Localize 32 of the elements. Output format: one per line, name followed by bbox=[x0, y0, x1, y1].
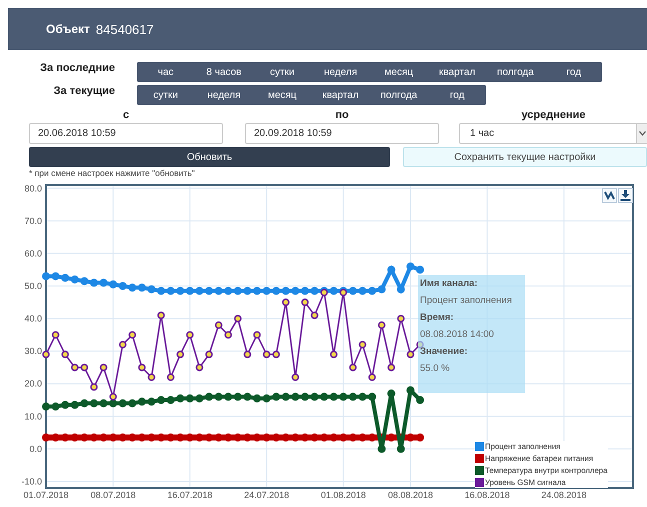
object-number: 84540617 bbox=[96, 22, 154, 36]
tooltip-label: Время: bbox=[420, 312, 455, 323]
field-label: усреднение bbox=[520, 108, 587, 123]
x-tick-label: 01.07.2018 bbox=[23, 490, 69, 500]
x-tick-label: 16.08.2018 bbox=[464, 490, 510, 500]
object-label: Объект bbox=[46, 22, 90, 36]
y-tick-label: 20.0 bbox=[24, 378, 42, 389]
period-label: За текущие bbox=[52, 85, 116, 97]
y-tick-label: 10.0 bbox=[24, 411, 42, 422]
tooltip-value: Процент заполнения bbox=[420, 295, 513, 306]
y-tick-label: 60.0 bbox=[24, 248, 42, 258]
y-tick-label: -10.0 bbox=[21, 476, 42, 486]
x-tick-label: 08.07.2018 bbox=[90, 490, 136, 500]
tooltip-value: 08.08.2018 14:00 bbox=[420, 329, 495, 340]
y-tick-label: 50.0 bbox=[24, 281, 42, 291]
tooltip-label: Имя канала: bbox=[420, 278, 479, 289]
y-tick-label: 0.0 bbox=[29, 444, 42, 454]
y-tick-label: 30.0 bbox=[24, 346, 42, 356]
x-tick-label: 08.08.2018 bbox=[388, 490, 433, 500]
y-tick-label: 40.0 bbox=[24, 314, 42, 324]
x-tick-label: 16.07.2018 bbox=[167, 490, 212, 500]
y-tick-label: 70.0 bbox=[24, 216, 42, 226]
hint-text: * при смене настроек нажмите "обновить" bbox=[29, 168, 196, 180]
period-label: За последние bbox=[39, 62, 116, 74]
tooltip-label: Значение: bbox=[420, 346, 469, 357]
x-tick-label: 24.08.2018 bbox=[541, 490, 586, 500]
tooltip-value: 55.0 % bbox=[420, 363, 451, 374]
x-tick-label: 01.08.2018 bbox=[320, 490, 366, 500]
x-tick-label: 24.07.2018 bbox=[244, 490, 290, 500]
y-tick-label: 80.0 bbox=[24, 183, 42, 194]
field-label: по bbox=[334, 108, 350, 123]
field-label: с bbox=[122, 108, 130, 123]
